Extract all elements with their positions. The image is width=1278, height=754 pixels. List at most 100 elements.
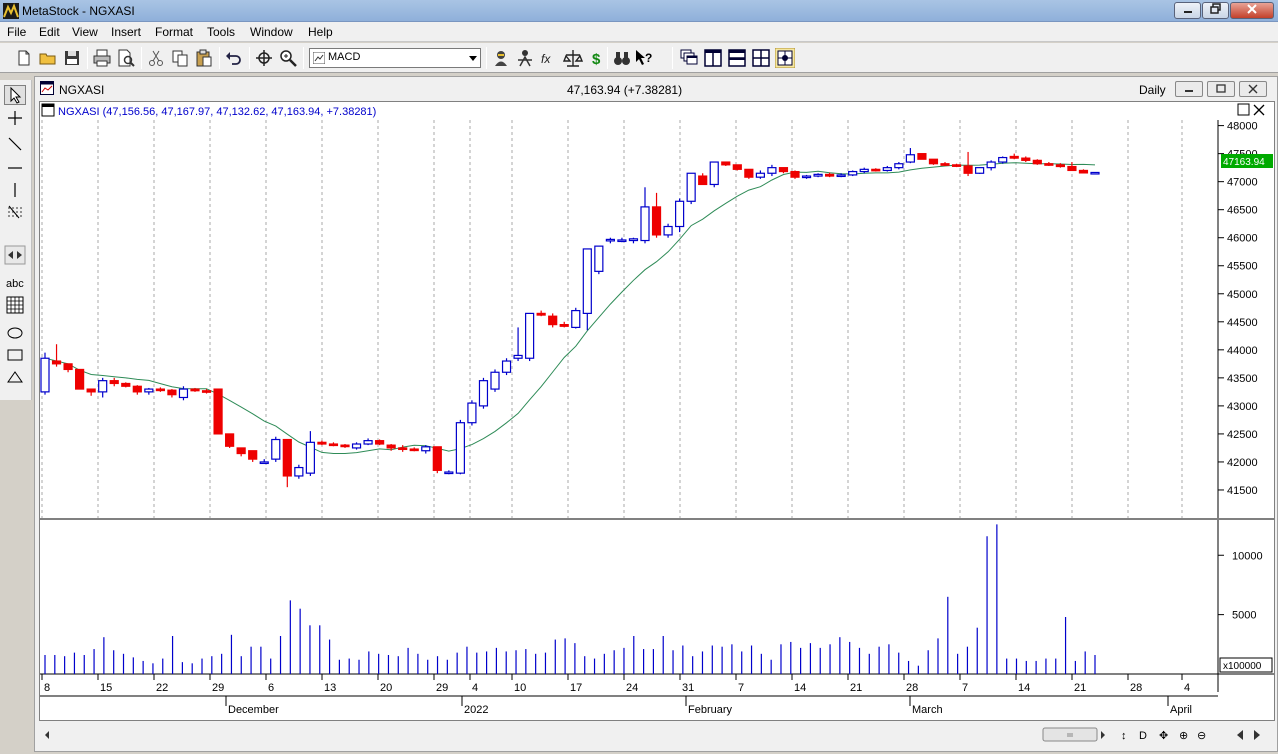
crosshair-tool-icon[interactable] <box>4 108 26 128</box>
x-tick-label: 31 <box>682 682 694 694</box>
restore-icon <box>1216 84 1226 93</box>
chart-close-button[interactable] <box>1239 81 1267 97</box>
copy-icon[interactable] <box>170 48 190 68</box>
pointer-tool-icon[interactable] <box>4 85 26 105</box>
price-volume-chart[interactable]: NGXASI (47,156.56, 47,167.97, 47,132.62,… <box>40 102 1274 720</box>
save-icon[interactable] <box>62 48 82 68</box>
menu-insert[interactable]: Insert <box>111 25 141 39</box>
menu-file[interactable]: File <box>7 25 26 39</box>
scroll-back-icon[interactable] <box>1237 730 1243 740</box>
toolbar-separator <box>249 47 250 69</box>
explorer-icon[interactable] <box>515 48 535 68</box>
tile-vertical-icon[interactable] <box>703 48 723 68</box>
trendline-tool-icon[interactable] <box>4 134 26 154</box>
open-folder-icon[interactable] <box>38 48 58 68</box>
menu-format[interactable]: Format <box>155 25 193 39</box>
svg-text:$: $ <box>592 51 601 68</box>
minimize-button[interactable] <box>1174 2 1201 19</box>
dollar-icon[interactable]: $ <box>587 48 607 68</box>
chart-minimize-button[interactable] <box>1175 81 1203 97</box>
system-tester-icon[interactable] <box>563 48 583 68</box>
x-tick-label: 7 <box>962 682 968 694</box>
fibonacci-tool-icon[interactable] <box>4 202 26 222</box>
candle-down <box>940 163 950 166</box>
grid-layer <box>41 120 1183 518</box>
candle-down <box>744 168 754 178</box>
menu-view[interactable]: View <box>72 25 98 39</box>
pane-close-icon[interactable] <box>1253 104 1265 116</box>
x-tick-label: 24 <box>626 682 638 694</box>
print-icon[interactable] <box>92 48 112 68</box>
horizontal-scrollbar[interactable]: ↕ D ✥ ⊕ ⊖ <box>39 725 1275 745</box>
candle-up <box>444 471 454 475</box>
candle-up <box>859 168 869 173</box>
crosshair-icon[interactable] <box>254 48 274 68</box>
svg-text:?: ? <box>645 51 652 65</box>
ellipse-tool-icon[interactable] <box>4 323 26 343</box>
candle-down <box>917 153 927 160</box>
zoom-out-icon[interactable]: ⊖ <box>1197 730 1206 742</box>
window-titlebar: MetaStock - NGXASI <box>0 0 1278 22</box>
text-tool-icon[interactable]: abc <box>4 273 26 293</box>
scroll-arrows-icon[interactable] <box>4 245 26 265</box>
cascade-windows-icon[interactable] <box>679 48 699 68</box>
chart-restore-button[interactable] <box>1207 81 1235 97</box>
candle-down <box>1021 157 1031 161</box>
volume-tick-label: 5000 <box>1232 610 1256 622</box>
indicator-builder-icon[interactable]: fx <box>539 48 559 68</box>
y-tick-label: 41500 <box>1227 485 1258 497</box>
candle-down <box>317 441 327 445</box>
candle-down <box>201 390 212 393</box>
candle-down <box>871 168 881 172</box>
scroll-left-icon[interactable] <box>45 731 49 739</box>
candle-down <box>1009 155 1019 159</box>
triangle-tool-icon[interactable] <box>4 367 26 387</box>
candle-up <box>98 380 108 393</box>
vertical-line-tool-icon[interactable] <box>4 180 26 200</box>
indicator-icon <box>313 52 325 64</box>
expert-advisor-icon[interactable] <box>491 48 511 68</box>
restore-button[interactable] <box>1202 2 1229 19</box>
chart-plot-area[interactable]: NGXASI (47,156.56, 47,167.97, 47,132.62,… <box>39 101 1275 721</box>
menu-help[interactable]: Help <box>308 25 333 39</box>
scroll-refresh-icon[interactable]: ↕ <box>1121 730 1127 742</box>
candle-up <box>271 438 281 460</box>
toolbar-separator <box>141 47 142 69</box>
last-price-label: 47163.94 <box>1223 157 1265 168</box>
zoom-in-icon[interactable]: ⊕ <box>1179 730 1188 742</box>
pan-icon[interactable]: ✥ <box>1159 730 1168 742</box>
candle-up <box>305 441 315 474</box>
new-file-icon[interactable] <box>14 48 34 68</box>
volume-multiplier-label: x100000 <box>1223 661 1262 672</box>
menu-window[interactable]: Window <box>250 25 293 39</box>
grid-tool-icon[interactable] <box>4 295 26 315</box>
rectangle-tool-icon[interactable] <box>4 345 26 365</box>
candle-down <box>559 324 569 327</box>
arrange-icons-icon[interactable] <box>775 48 795 68</box>
horizontal-line-tool-icon[interactable] <box>4 158 26 178</box>
paste-icon[interactable] <box>194 48 214 68</box>
x-tick-label: 4 <box>1184 682 1190 694</box>
menu-tools[interactable]: Tools <box>207 25 235 39</box>
indicator-dropdown[interactable]: MACD <box>309 48 481 68</box>
candle-up <box>894 163 904 169</box>
cut-icon[interactable] <box>146 48 166 68</box>
close-button[interactable] <box>1230 2 1274 19</box>
price-axis-layer: 41500 42000 42500 43000 43500 44000 44500 45000… <box>1218 121 1258 497</box>
candle-down <box>1067 165 1077 172</box>
scroll-forward-icon[interactable] <box>1254 730 1260 740</box>
zoom-icon[interactable] <box>278 48 298 68</box>
pane-maximize-icon[interactable] <box>1237 103 1250 116</box>
volume-tick-label: 10000 <box>1232 550 1263 562</box>
scroll-right-icon[interactable] <box>1101 731 1105 739</box>
binoculars-icon[interactable] <box>612 48 632 68</box>
candle-down <box>51 360 62 365</box>
undo-icon[interactable] <box>224 48 244 68</box>
context-help-icon[interactable]: ? <box>634 48 654 68</box>
print-preview-icon[interactable] <box>116 48 136 68</box>
tile-horizontal-icon[interactable] <box>727 48 747 68</box>
menu-edit[interactable]: Edit <box>39 25 60 39</box>
tile-grid-icon[interactable] <box>751 48 771 68</box>
close-icon <box>1248 84 1258 94</box>
daily-period-icon[interactable]: D <box>1139 730 1147 742</box>
